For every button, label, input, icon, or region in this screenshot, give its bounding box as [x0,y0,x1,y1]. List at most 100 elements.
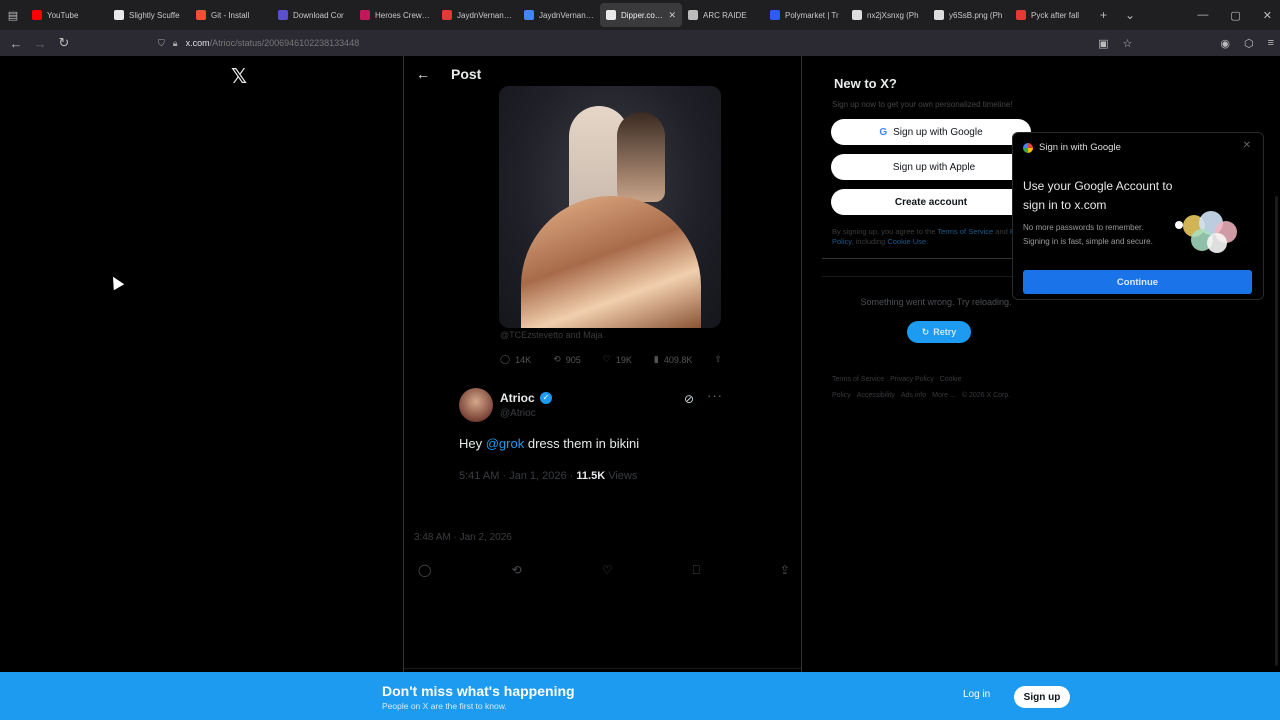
address-bar[interactable]: ⛉ 🔒︎ x.com/Atrioc/status/200694610223813… [158,33,1082,53]
author-name[interactable]: Atrioc [500,391,535,405]
footer-link[interactable]: Privacy Policy [890,376,934,383]
shield-icon[interactable]: ⛉ [158,38,165,49]
repost-count: 905 [565,354,581,365]
banner-subtitle: People on X are the first to know. [382,701,507,711]
sign-up-apple-button[interactable]: Sign up with Apple [831,154,1031,180]
tab-label: ARC RAIDE [703,10,747,20]
tab-favicon-icon [770,10,780,20]
tab-close-icon[interactable]: ✕ [668,10,676,21]
x-page: 𝕏 ← Post @TCEzstevetto and Maja ◯ 14K ⟲ 90… [0,56,1280,720]
tab-label: YouTube [47,10,79,20]
tab-favicon-icon [360,10,370,20]
avatar[interactable] [459,388,493,422]
view-count: 409.8K [663,354,693,365]
tab-favicon-icon [524,10,534,20]
quoted-views-button[interactable]: ▮ 409.8K [654,354,692,365]
minimize-icon[interactable]: — [1197,9,1208,21]
tab-favicon-icon [32,10,42,20]
x-logo-icon[interactable]: 𝕏 [231,64,247,89]
grok-icon[interactable]: ⊘ [684,392,694,406]
share-icon[interactable]: ⇪ [780,563,790,578]
quoted-actions: ◯ 14K ⟲ 905 ♡ 19K ▮ 409.8K ⇪ [500,354,722,365]
extensions-icon[interactable]: ⬡ [1244,37,1254,50]
browser-tab[interactable]: y6SsB.png (Ph [928,3,1010,27]
cookie-prefix: , including [851,237,888,246]
back-icon[interactable]: ← [4,36,28,51]
footer-link[interactable]: Ads info [901,392,926,399]
more-options-icon[interactable]: ··· [707,388,723,403]
tab-list-icon[interactable]: ▤ [0,0,26,30]
footer-link[interactable]: © 2026 X Corp. [962,392,1010,399]
back-arrow-icon[interactable]: ← [416,66,430,82]
tab-label: Polymarket | Tr [785,10,839,20]
browser-tab[interactable]: ARC RAIDE [682,3,764,27]
tweet-author: Atrioc ✓ @Atrioc ⊘ ··· [459,388,779,428]
sign-up-button[interactable]: Sign up [1014,686,1070,708]
terms-link[interactable]: Terms of Service [937,227,993,236]
close-window-icon[interactable]: ✕ [1263,9,1272,22]
browser-tab[interactable]: Polymarket | Tr [764,3,846,27]
browser-tab[interactable]: Git - Install [190,3,272,27]
tab-label: Pyck after fall [1031,10,1080,20]
maximize-icon[interactable]: ▢ [1230,9,1240,22]
google-continue-button[interactable]: Continue [1023,270,1252,294]
sign-up-apple-label: Sign up with Apple [892,161,976,173]
browser-tab[interactable]: JaydnVernando [436,3,518,27]
tab-dropdown-icon[interactable]: ⌄ [1125,8,1135,22]
scrollbar[interactable] [1275,196,1278,666]
photo-credit: @TCEzstevetto and Maja [500,330,603,340]
footer-link[interactable]: Accessibility [857,392,895,399]
browser-tab[interactable]: Dipper.com X ✕ [600,3,682,27]
repost-icon[interactable]: ⟲ [512,563,522,578]
new-tab-icon[interactable]: + [1100,8,1107,22]
browser-tab[interactable]: YouTube [26,3,108,27]
quoted-like-button[interactable]: ♡ 19K [603,354,632,365]
gold-dress-shape [521,196,701,328]
browser-tab[interactable]: Download Cor [272,3,354,27]
cookie-link[interactable]: Cookie Use. [887,237,928,246]
tweet-text: Hey @grok dress them in bikini [459,436,639,451]
bookmark-star-icon[interactable]: ☆ [1122,37,1132,50]
footer-link[interactable]: More ... [932,392,956,399]
mention-link[interactable]: @grok [486,436,525,451]
heart-icon: ♡ [602,354,611,364]
account-icon[interactable]: ◉ [1220,37,1230,50]
create-account-button[interactable]: Create account [831,189,1031,215]
browser-tab[interactable]: Slightly Scuffe [108,3,190,27]
sign-up-google-button[interactable]: G Sign up with Google [831,119,1031,145]
footer-link[interactable]: Terms of Service [832,376,884,383]
quoted-share-button[interactable]: ⇪ [714,354,722,365]
quoted-reply-button[interactable]: ◯ 14K [500,354,531,365]
tab-label: Heroes Crew m [375,10,430,20]
tweet-meta: 5:41 AM · Jan 1, 2026 · 11.5K Views [459,470,637,482]
bookmark-icon[interactable]: ⎕ [693,563,700,578]
google-sign-in-popup: Sign in with Google ✕ Use your Google Ac… [1012,132,1264,300]
forward-icon[interactable]: → [28,36,52,51]
retry-button[interactable]: ↻ Retry [907,321,971,343]
author-handle[interactable]: @Atrioc [500,408,536,419]
google-popup-header: Sign in with Google [1023,142,1121,153]
quoted-photo[interactable] [499,86,721,328]
quoted-repost-button[interactable]: ⟲ 905 [553,354,581,365]
browser-tab[interactable]: JaydnVernando [518,3,600,27]
reload-icon[interactable]: ↻ [52,35,76,51]
footer-links: Terms of Service Privacy Policy Cookie Pol… [832,372,1042,404]
close-icon[interactable]: ✕ [1243,140,1251,151]
log-in-link[interactable]: Log in [963,689,990,700]
tab-label: Slightly Scuffe [129,10,180,20]
browser-tab[interactable]: nx2jXsnxg (Ph [846,3,928,27]
lock-icon[interactable]: 🔒︎ [173,38,178,49]
reader-view-icon[interactable]: ▣ [1098,37,1108,50]
tab-favicon-icon [688,10,698,20]
menu-icon[interactable]: ≡ [1268,37,1274,49]
browser-tab[interactable]: Pyck after fall [1010,3,1092,27]
refresh-icon: ↻ [921,326,930,337]
reply-icon[interactable]: ◯ [418,563,431,578]
browser-tab[interactable]: Heroes Crew m [354,3,436,27]
create-account-label: Create account [894,196,968,208]
retry-label: Retry [933,327,957,337]
google-icon: G [879,126,888,138]
tweet-timestamp[interactable]: 5:41 AM · Jan 1, 2026 · [459,470,576,482]
heart-icon[interactable]: ♡ [602,563,613,578]
google-popup-description: No more passwords to remember. Signing i… [1023,223,1153,246]
